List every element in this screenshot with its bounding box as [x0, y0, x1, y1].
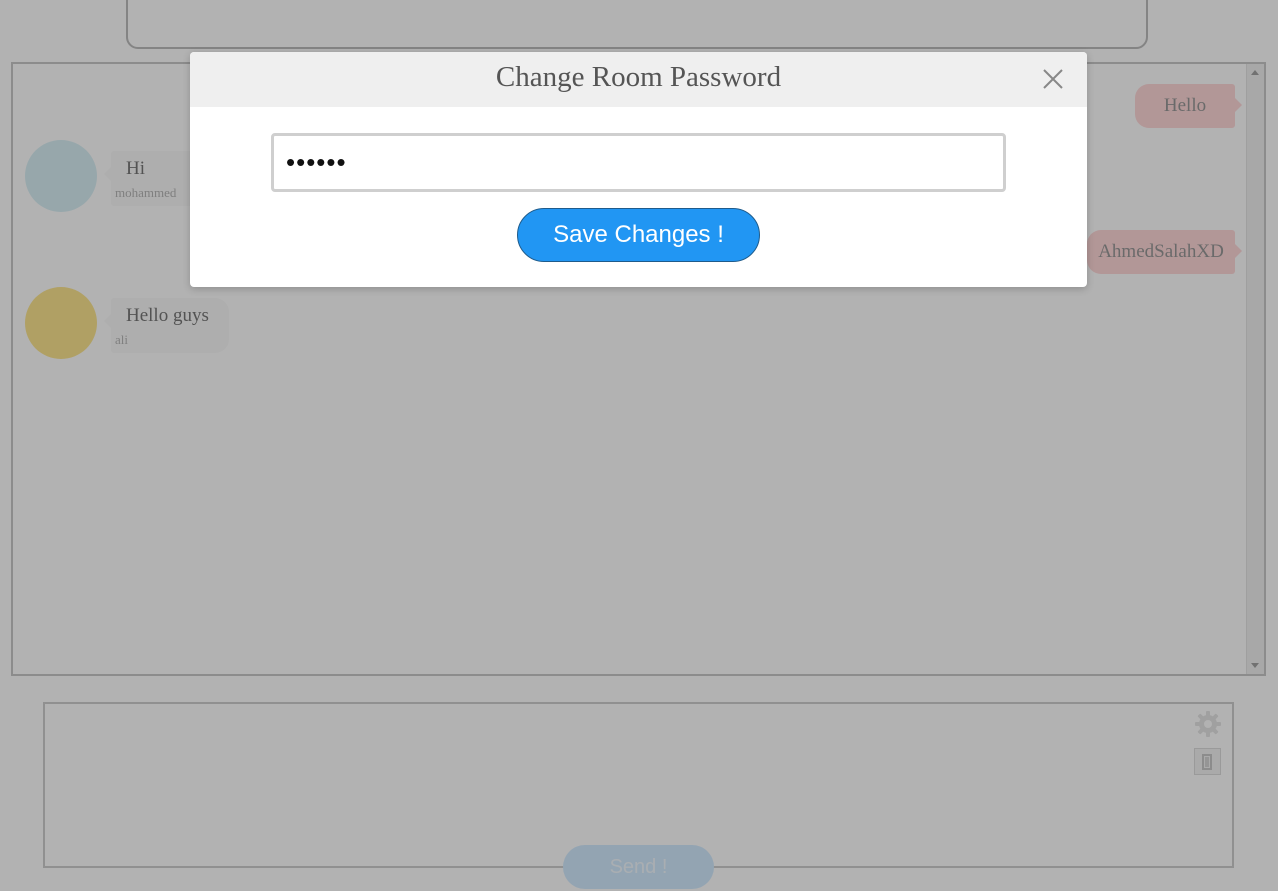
- dialog-header: Change Room Password: [190, 52, 1087, 107]
- change-password-dialog: Change Room Password Save Changes !: [190, 52, 1087, 287]
- close-icon[interactable]: [1041, 67, 1065, 91]
- password-input[interactable]: [271, 133, 1006, 192]
- dialog-title: Change Room Password: [495, 61, 782, 93]
- save-changes-button[interactable]: Save Changes !: [517, 208, 760, 262]
